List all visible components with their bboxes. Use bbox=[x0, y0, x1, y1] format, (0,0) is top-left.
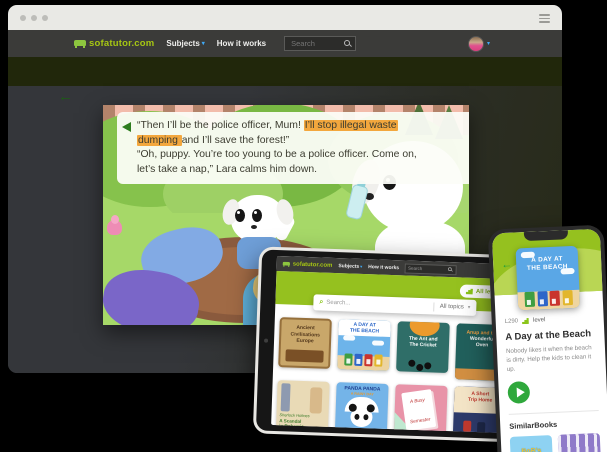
book-cover-purple[interactable] bbox=[558, 433, 601, 452]
book-cover-ancient-civilisations[interactable]: AncientCivilisationsEurope bbox=[278, 317, 332, 369]
story-line: “Then I’ll be the police officer, Mum! I… bbox=[137, 119, 469, 134]
cloud-art bbox=[560, 268, 574, 275]
story-line: dumping and I’ll save the forest!” bbox=[137, 134, 469, 149]
book-description: Nobody likes it when the beach is dirty.… bbox=[506, 344, 597, 374]
level-icon bbox=[522, 318, 529, 324]
level-icon bbox=[466, 288, 473, 294]
phone-mockup: ← A DAY ATTHE BEACH L290 level A Day at … bbox=[488, 225, 607, 452]
cloud-art bbox=[343, 335, 355, 340]
story-line: let’s take a nap,” Lara calms him down. bbox=[137, 163, 469, 178]
flower-art bbox=[107, 220, 122, 235]
couch-icon bbox=[283, 261, 290, 266]
search-input[interactable] bbox=[289, 38, 344, 49]
search-icon[interactable] bbox=[344, 40, 351, 47]
nav-how-it-works[interactable]: How it works bbox=[217, 39, 266, 48]
story-line: “Oh, puppy. You’re too young to be a pol… bbox=[137, 148, 469, 163]
phone-screen: ← A DAY ATTHE BEACH L290 level A Day at … bbox=[492, 229, 607, 452]
level-row: L290 level bbox=[505, 315, 595, 325]
nav-search-box bbox=[284, 36, 356, 51]
logo-text: sofatutor.com bbox=[89, 38, 154, 49]
book-cover-scandal-in-bohemia[interactable]: Sherlock Holmes A Scandalin Bohemia bbox=[276, 380, 330, 432]
highlighted-text: I’ll stop illegal waste bbox=[304, 120, 398, 131]
account-menu[interactable]: ▾ bbox=[468, 36, 490, 52]
nav-subjects[interactable]: Subjects▾ bbox=[338, 263, 362, 270]
book-cover-a-busy-semester[interactable]: A BusySemester bbox=[394, 384, 448, 433]
trash-bins-art bbox=[337, 353, 389, 367]
book-cover-ant-and-cricket[interactable]: The Ant andThe Cricket bbox=[396, 321, 450, 373]
search-icon bbox=[448, 267, 452, 271]
tablet-bezel: sofatutor.com Subjects▾ How it works Sea… bbox=[256, 249, 525, 439]
page: sofatutor.com Subjects▾ How it works ▾ ← bbox=[0, 0, 607, 452]
search-placeholder: Search... bbox=[326, 300, 429, 310]
chevron-down-icon: ▾ bbox=[487, 41, 490, 47]
book-cover-a-day-at-the-beach[interactable]: A DAY ATTHE BEACH bbox=[516, 246, 581, 311]
level-code: L290 bbox=[505, 318, 519, 325]
audio-play-icon[interactable] bbox=[122, 122, 131, 132]
window-controls[interactable] bbox=[20, 15, 48, 21]
chevron-down-icon: ▾ bbox=[468, 305, 471, 311]
highlighted-text: dumping bbox=[137, 135, 182, 146]
panda-art bbox=[350, 407, 373, 428]
cloud-art bbox=[521, 252, 535, 259]
site-navbar: sofatutor.com Subjects▾ How it works ▾ bbox=[8, 30, 562, 57]
paper-art: A BusySemester bbox=[401, 389, 436, 431]
tablet-mockup: sofatutor.com Subjects▾ How it works Sea… bbox=[253, 246, 528, 442]
nav-search-box[interactable]: Search bbox=[405, 263, 457, 275]
chevron-down-icon: ▾ bbox=[360, 264, 362, 268]
library-search-bar[interactable]: ⌕ Search... All topics ▾ bbox=[313, 294, 476, 316]
book-grid: AncientCivilisationsEurope A DAY ATTHE B… bbox=[271, 317, 514, 433]
tablet-screen: sofatutor.com Subjects▾ How it works Sea… bbox=[271, 256, 516, 433]
avatar bbox=[468, 36, 484, 52]
nav-subjects[interactable]: Subjects▾ bbox=[166, 39, 204, 48]
camera-dot bbox=[264, 338, 268, 342]
sofatutor-logo[interactable]: sofatutor.com bbox=[74, 38, 154, 49]
subheader-band bbox=[8, 57, 562, 86]
level-label: level bbox=[533, 317, 546, 324]
chevron-down-icon: ▾ bbox=[202, 41, 205, 47]
divider bbox=[509, 410, 599, 415]
story-text-card: “Then I’ll be the police officer, Mum! I… bbox=[117, 112, 469, 184]
trash-bins-art bbox=[517, 290, 580, 308]
book-cover-panda-panda[interactable]: PANDA PANDA A RAINY DAY bbox=[335, 382, 389, 433]
nav-how-it-works[interactable]: How it works bbox=[368, 264, 399, 271]
browser-titlebar bbox=[8, 5, 562, 30]
book-cover-bobs[interactable]: BoB’s bbox=[510, 435, 553, 452]
phone-notch bbox=[524, 230, 568, 241]
book-detail: L290 level A Day at the Beach Nobody lik… bbox=[496, 315, 607, 452]
cloud-art bbox=[372, 340, 384, 345]
menu-icon[interactable] bbox=[539, 14, 550, 23]
play-button[interactable] bbox=[507, 381, 530, 404]
similar-books-row: BoB’s bbox=[510, 433, 601, 452]
similar-books-heading: SimilarBooks bbox=[509, 418, 599, 431]
back-arrow-icon[interactable]: ← bbox=[58, 88, 73, 105]
book-cover-a-day-at-the-beach[interactable]: A DAY ATTHE BEACH bbox=[337, 319, 391, 371]
topics-dropdown[interactable]: All topics bbox=[440, 304, 464, 311]
search-icon: ⌕ bbox=[319, 298, 323, 306]
sofatutor-logo[interactable]: sofatutor.com bbox=[283, 260, 333, 270]
couch-icon bbox=[74, 40, 86, 48]
back-arrow-icon[interactable]: ← bbox=[501, 259, 513, 271]
tablet-green-band: All levels ⌕ Search... All topics ▾ bbox=[275, 271, 515, 312]
divider bbox=[434, 302, 435, 311]
book-title: A Day at the Beach bbox=[505, 328, 595, 343]
